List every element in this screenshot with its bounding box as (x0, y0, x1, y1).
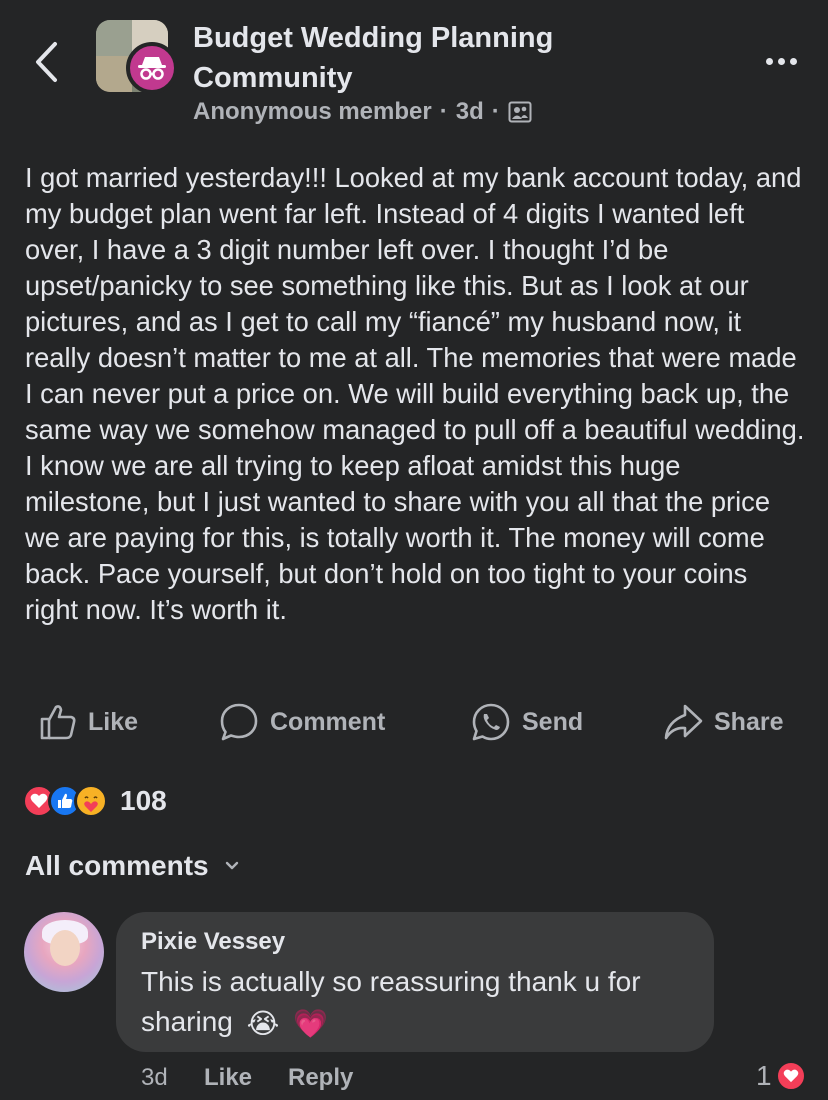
send-label: Send (522, 707, 584, 736)
more-dot-icon (777, 57, 785, 65)
comment-text: This is actually so reassuring thank u f… (141, 962, 701, 1044)
comment-like-button[interactable]: Like (204, 1064, 252, 1092)
comment-reaction-summary[interactable]: 1 (756, 1060, 806, 1092)
separator: · (439, 98, 448, 125)
post-time[interactable]: 3d (456, 98, 484, 126)
thumbs-up-icon (40, 705, 76, 740)
commenter-avatar[interactable] (24, 912, 104, 992)
more-dot-icon (789, 57, 797, 65)
chevron-left-icon (36, 42, 57, 82)
comments-filter-label: All comments (25, 850, 209, 881)
comment-author[interactable]: Pixie Vessey (141, 928, 285, 956)
comment-body: This is actually so reassuring thank u f… (141, 966, 641, 1037)
comment-reaction-count: 1 (756, 1060, 772, 1091)
reactions-summary[interactable]: 108 (22, 782, 167, 820)
share-label: Share (714, 707, 784, 736)
send-button[interactable]: Send (470, 700, 583, 744)
group-title[interactable]: Budget Wedding Planning Community (193, 18, 613, 98)
reaction-count: 108 (120, 785, 167, 816)
more-dot-icon (765, 57, 773, 65)
growing-heart-emoji: 💗 (293, 1007, 328, 1039)
love-reaction-icon (775, 1061, 806, 1091)
more-options-button[interactable] (758, 44, 804, 78)
group-privacy-icon (508, 101, 532, 123)
comment-reply-button[interactable]: Reply (288, 1064, 353, 1092)
chevron-down-icon (225, 861, 238, 870)
comment-label: Comment (270, 707, 386, 736)
like-button[interactable]: Like (38, 700, 138, 744)
post-body: I got married yesterday!!! Looked at my … (25, 162, 805, 625)
anonymous-member-icon (126, 42, 178, 94)
crying-face-emoji: 😭 (246, 1007, 280, 1039)
comment-bubble-icon (220, 703, 258, 741)
back-button[interactable] (22, 36, 70, 88)
whatsapp-icon (472, 703, 510, 741)
like-label: Like (88, 707, 139, 736)
comment-time: 3d (141, 1064, 168, 1091)
share-arrow-icon (664, 704, 703, 740)
share-button[interactable]: Share (662, 700, 783, 744)
separator: · (491, 98, 500, 125)
comments-filter-dropdown[interactable]: All comments (25, 850, 239, 882)
care-reaction-icon (74, 784, 108, 818)
author-name[interactable]: Anonymous member (193, 98, 432, 126)
comment-button[interactable]: Comment (218, 700, 385, 744)
post-meta: Anonymous member · 3d · (193, 98, 532, 126)
